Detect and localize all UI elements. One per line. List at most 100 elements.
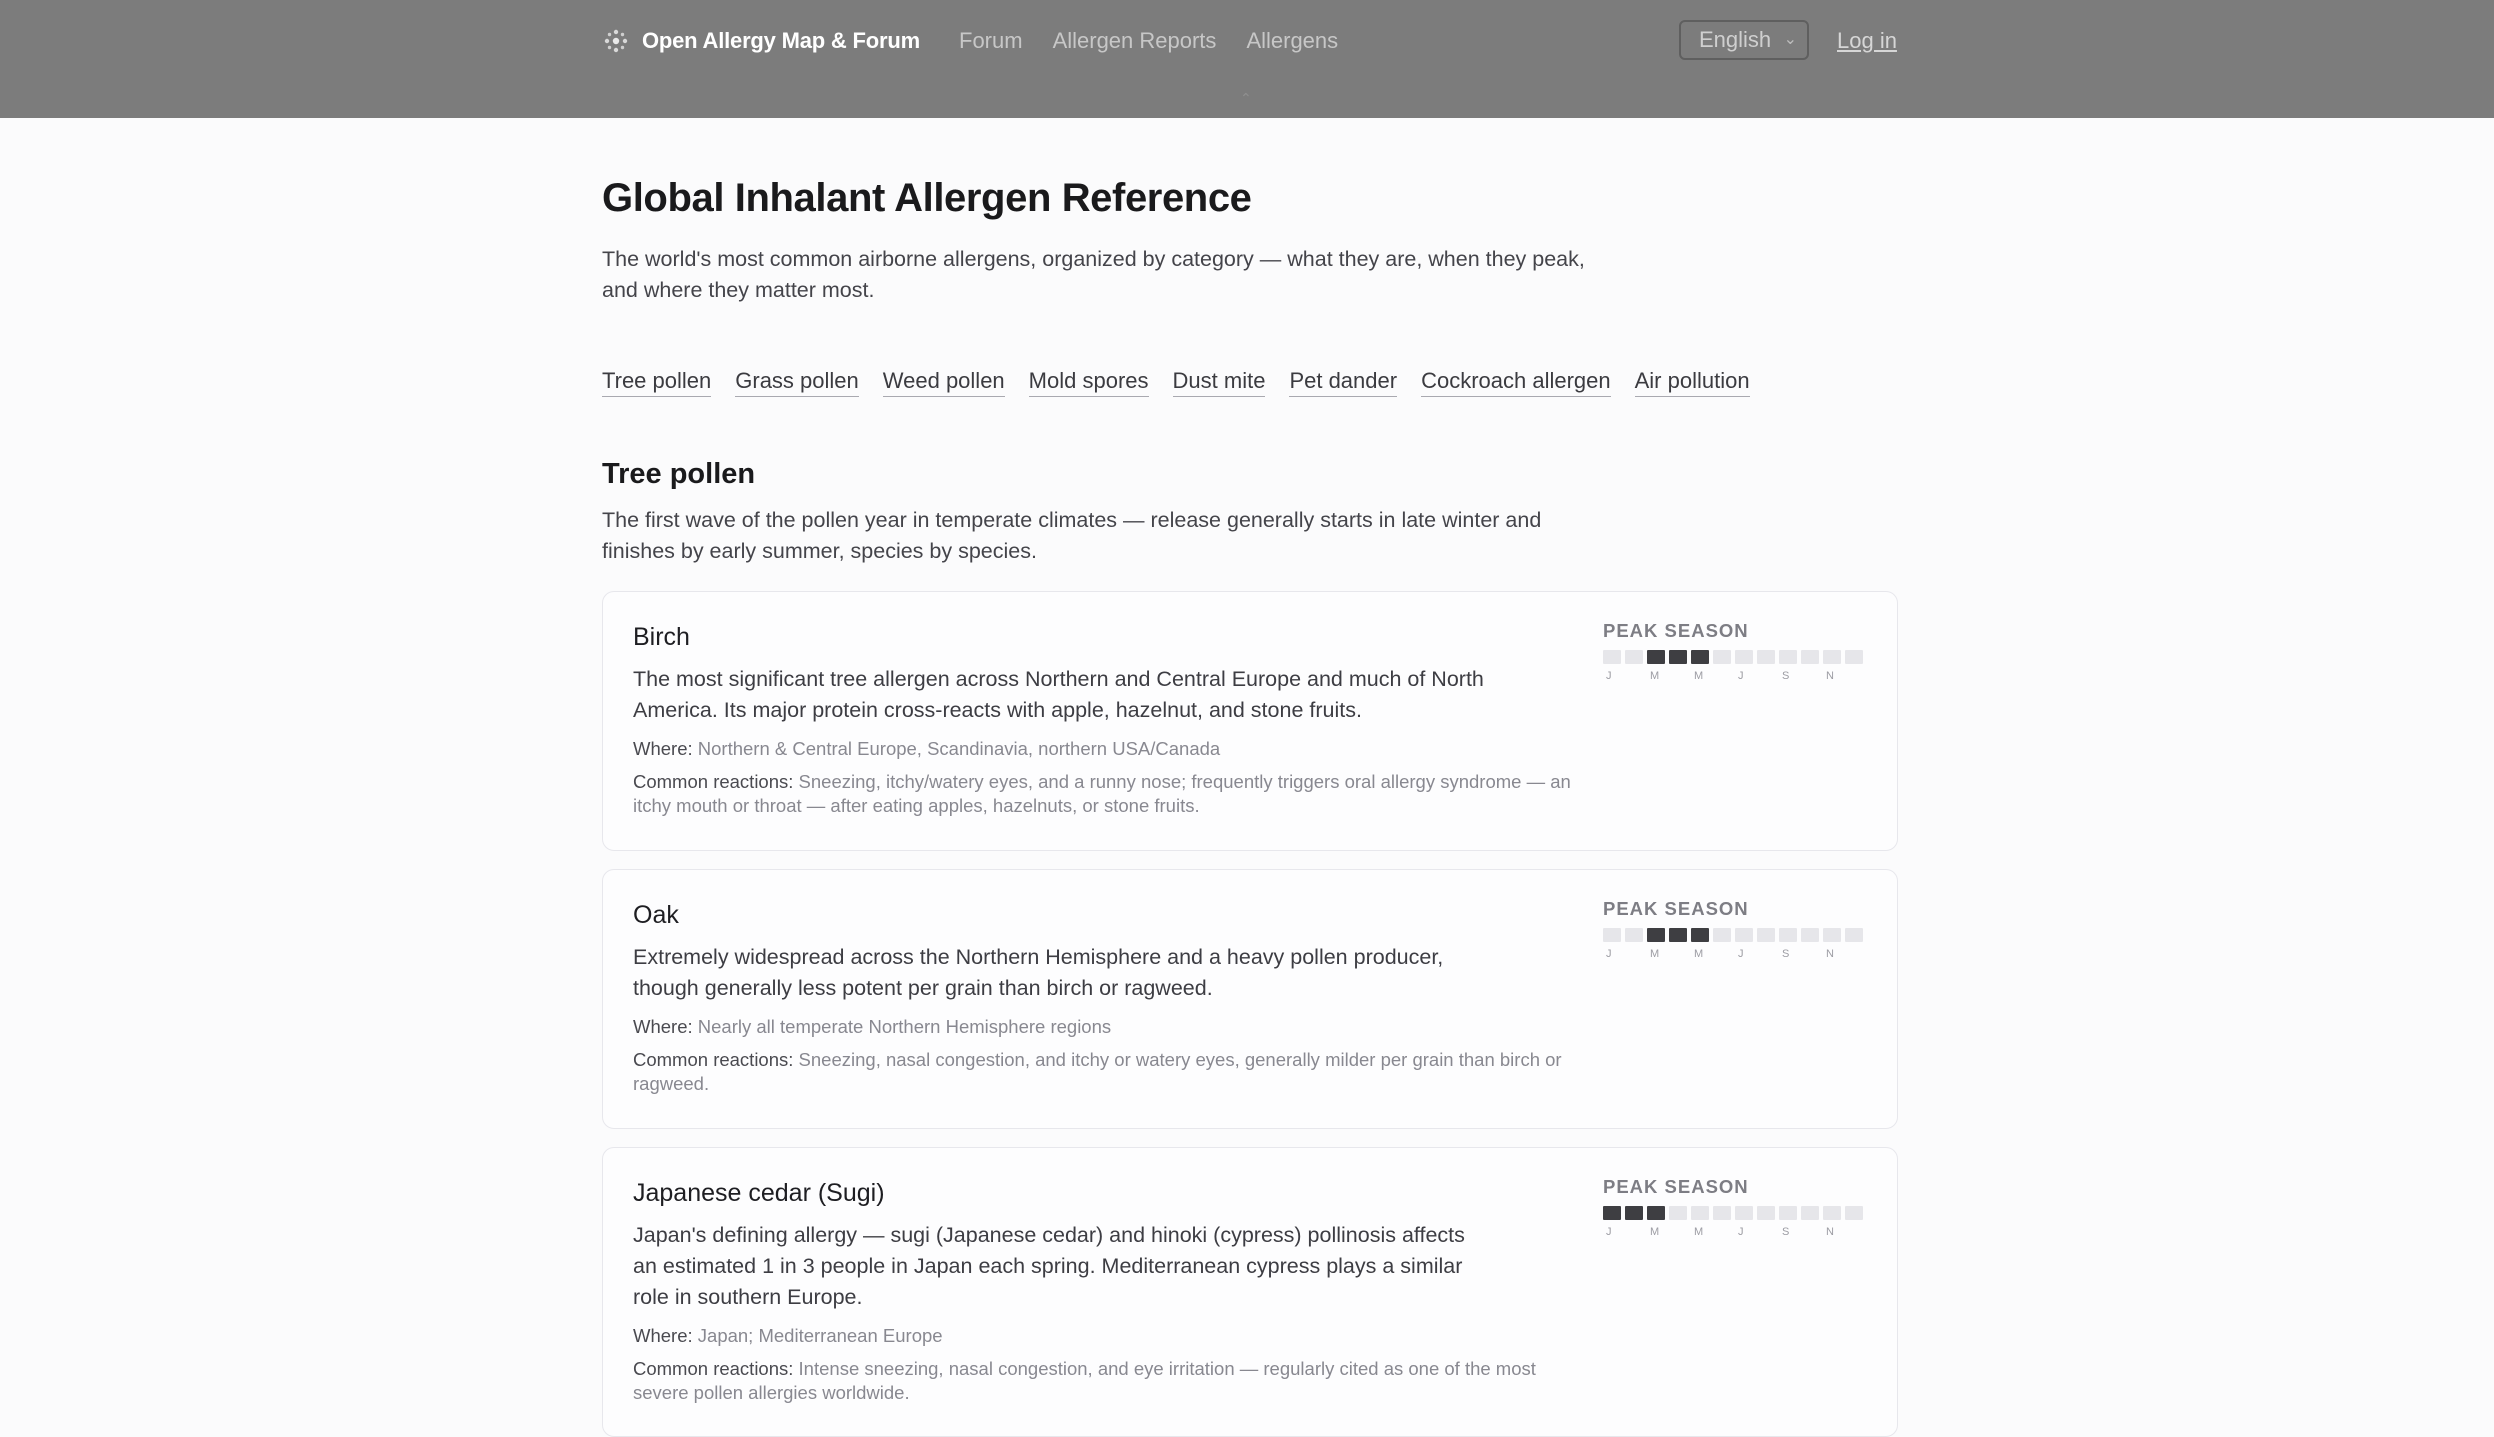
allergen-card-japanese-cedar: Japanese cedar (Sugi) Japan's defining a… [602,1147,1898,1437]
month-cell [1625,650,1643,664]
category-link-dust-mite[interactable]: Dust mite [1172,366,1266,397]
month-label: S [1782,1226,1790,1238]
category-link-pet-dander[interactable]: Pet dander [1289,366,1398,397]
month-label: J [1738,670,1744,682]
month-cell [1625,1206,1643,1220]
language-select-value: English [1699,27,1772,52]
nav-allergen-reports[interactable]: Allergen Reports [1053,24,1217,58]
category-link-grass-pollen[interactable]: Grass pollen [735,366,859,397]
month-cell [1801,1206,1819,1220]
month-cell [1691,650,1709,664]
month-cell [1779,1206,1797,1220]
where-value: Japan; Mediterranean Europe [697,1325,943,1346]
month-cell [1845,928,1863,942]
month-label: M [1650,670,1660,682]
month-label: J [1606,670,1612,682]
month-cell [1757,650,1775,664]
month-label: M [1694,1226,1704,1238]
month-label: M [1694,948,1704,960]
nav-allergens[interactable]: Allergens [1246,24,1338,58]
month-cell [1735,650,1753,664]
month-cell [1823,650,1841,664]
month-cell [1713,650,1731,664]
peak-season: PEAK SEASON J M M J S N [1603,898,1867,964]
category-nav: Tree pollen Grass pollen Weed pollen Mol… [602,366,1750,397]
month-label: N [1826,948,1834,960]
month-label: M [1694,670,1704,682]
month-cell [1757,928,1775,942]
month-cell [1823,1206,1841,1220]
brand[interactable]: Open Allergy Map & Forum [602,22,920,60]
allergen-description: The most significant tree allergen acros… [633,667,1484,722]
month-cell [1603,928,1621,942]
peak-season: PEAK SEASON J M M J S N [1603,620,1867,686]
allergen-description: Japan's defining allergy — sugi (Japanes… [633,1223,1465,1309]
reactions-label: Common reactions: [633,1049,794,1070]
top-navigation-bar: Open Allergy Map & Forum Forum Allergen … [0,0,2494,118]
month-cell [1625,928,1643,942]
allergen-card-birch: Birch The most significant tree allergen… [602,591,1898,851]
peak-season-bar [1603,1206,1867,1220]
where-value: Nearly all temperate Northern Hemisphere… [697,1016,1112,1037]
month-cell [1757,1206,1775,1220]
where-label: Where: [633,1325,693,1346]
category-link-weed-pollen[interactable]: Weed pollen [882,366,1005,397]
allergen-where: Where: Nearly all temperate Northern Hem… [633,1014,1867,1040]
month-cell [1669,1206,1687,1220]
month-cell [1845,650,1863,664]
peak-season-bar [1603,650,1867,664]
category-link-tree-pollen[interactable]: Tree pollen [602,366,712,397]
where-label: Where: [633,1016,693,1037]
allergen-card-oak: Oak Extremely widespread across the Nort… [602,869,1898,1129]
page-title: Global Inhalant Allergen Reference [602,176,1252,220]
allergen-where: Where: Northern & Central Europe, Scandi… [633,736,1867,762]
allergen-reactions: Common reactions: Sneezing, itchy/watery… [633,770,1583,818]
month-label: S [1782,670,1790,682]
month-label: M [1650,1226,1660,1238]
month-label: J [1738,948,1744,960]
month-cell [1735,928,1753,942]
peak-season-months: JMMJSN [1603,670,1867,686]
category-link-mold-spores[interactable]: Mold spores [1028,366,1149,397]
peak-season-label: PEAK SEASON [1603,898,1749,919]
peak-season-label: PEAK SEASON [1603,620,1749,641]
section-description: The first wave of the pollen year in tem… [602,508,1542,563]
category-link-air-pollution[interactable]: Air pollution [1634,366,1750,397]
nav-forum[interactable]: Forum [959,24,1023,58]
month-label: J [1606,1226,1612,1238]
allergen-where: Where: Japan; Mediterranean Europe [633,1323,1867,1349]
month-cell [1735,1206,1753,1220]
peak-season-label: PEAK SEASON [1603,1176,1749,1197]
month-cell [1647,650,1665,664]
month-cell [1603,650,1621,664]
month-label: J [1738,1226,1744,1238]
where-value: Northern & Central Europe, Scandinavia, … [697,738,1221,759]
month-label: N [1826,1226,1834,1238]
month-cell [1669,928,1687,942]
month-cell [1603,1206,1621,1220]
allergen-description: Extremely widespread across the Northern… [633,945,1444,1000]
month-cell [1647,1206,1665,1220]
month-label: M [1650,948,1660,960]
language-select[interactable]: English ⌄ [1679,20,1809,60]
month-cell [1779,650,1797,664]
month-cell [1845,1206,1863,1220]
month-cell [1647,928,1665,942]
month-cell [1801,650,1819,664]
category-link-cockroach-allergen[interactable]: Cockroach allergen [1421,366,1611,397]
brand-name: Open Allergy Map & Forum [642,28,920,53]
where-label: Where: [633,738,693,759]
month-cell [1691,928,1709,942]
peak-season-months: JMMJSN [1603,948,1867,964]
chevron-down-icon: ⌄ [1783,31,1797,48]
caret-up-icon: ⌃ [1240,90,1252,106]
pollen-logo-icon [604,29,628,53]
login-link[interactable]: Log in [1837,24,1897,58]
month-cell [1823,928,1841,942]
month-label: N [1826,670,1834,682]
month-cell [1713,1206,1731,1220]
month-cell [1801,928,1819,942]
main-nav: Forum Allergen Reports Allergens [959,24,1338,58]
page-subtitle: The world's most common airborne allerge… [602,247,1585,302]
peak-season-months: JMMJSN [1603,1226,1867,1242]
